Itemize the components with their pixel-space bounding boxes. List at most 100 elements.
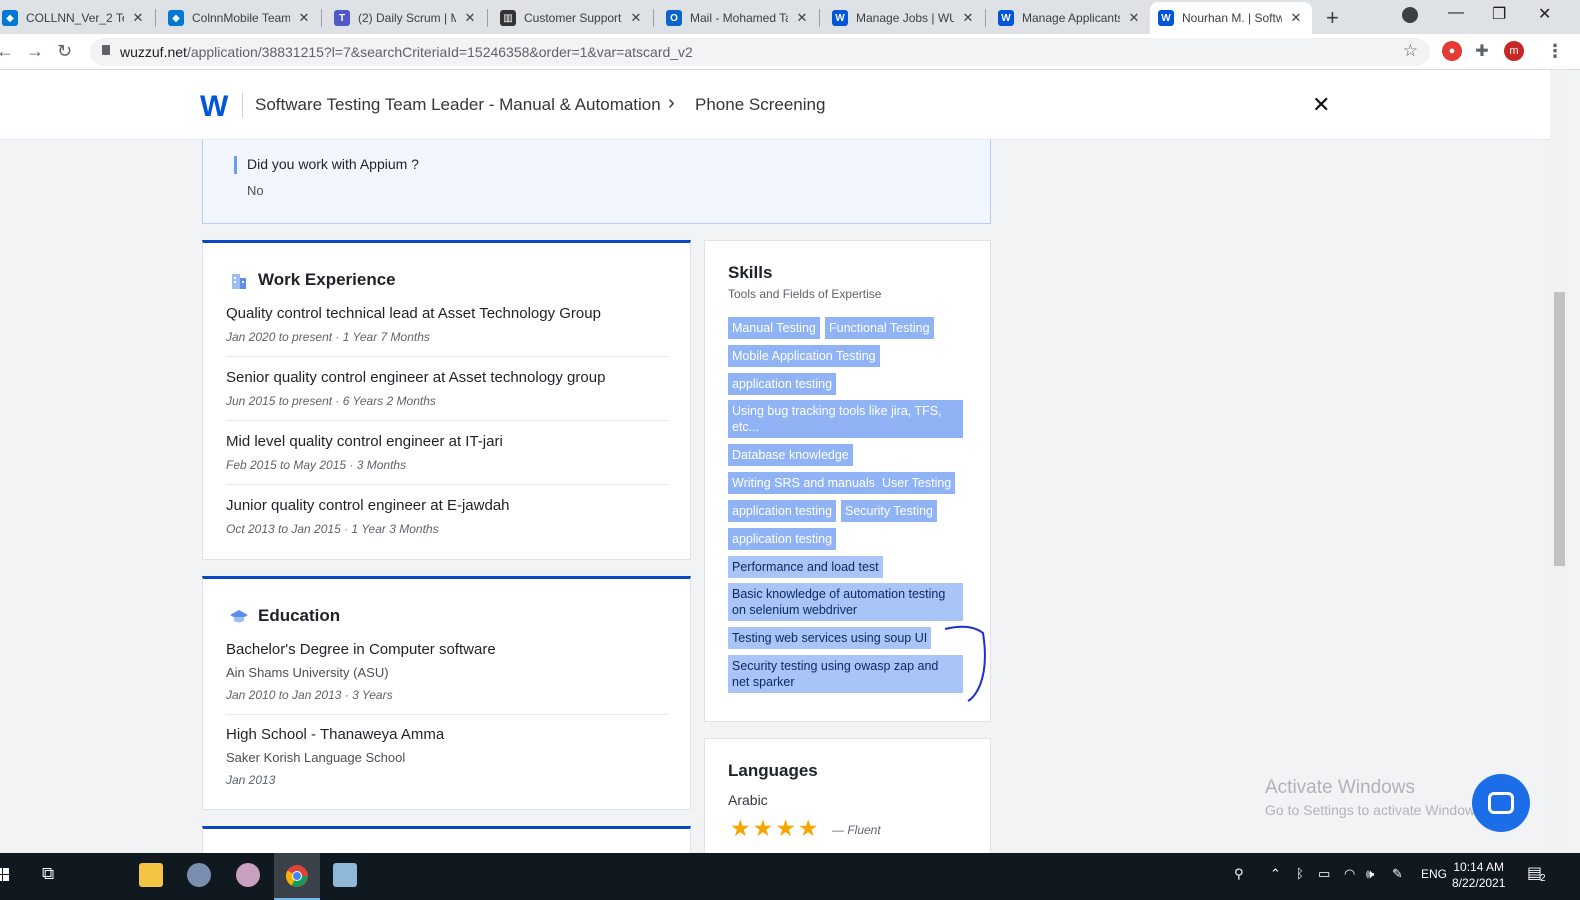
close-tab-icon[interactable]: ✕ [1288,10,1304,26]
menu-kebab-icon[interactable]: ⋮ [1546,41,1564,62]
notepad-icon[interactable] [333,863,357,887]
volume-icon[interactable]: 🕪 [1366,866,1374,882]
close-icon[interactable]: ✕ [1312,92,1330,118]
browser-tab[interactable]: W Manage Applicants ✕ [990,2,1150,34]
forward-icon[interactable]: → [26,41,44,62]
skill-chip: Functional Testing [825,317,934,339]
job-role: Junior quality control engineer at E-jaw… [226,497,510,514]
languages-card: Languages Arabic ★★★★ — Fluent [704,738,991,853]
scrollbar-thumb[interactable] [1554,292,1565,566]
people-icon[interactable]: ⚲ [1234,866,1244,882]
school: Ain Shams University (ASU) [226,665,389,680]
close-tab-icon[interactable]: ✕ [130,10,146,26]
extensions-puzzle-icon[interactable]: ✚ [1472,41,1492,61]
chat-bubble-icon [1488,792,1514,814]
close-tab-icon[interactable]: ✕ [296,10,312,26]
back-icon[interactable]: ← [0,41,14,62]
degree: High School - Thanaweya Amma [226,726,445,743]
pen-annotation-bracket [944,625,986,702]
browser-tab[interactable]: O Mail - Mohamed Ta ✕ [658,2,818,34]
tray-chevron-up-icon[interactable]: ⌃ [1270,866,1281,882]
task-view-icon[interactable]: ⧉ [42,864,54,884]
languages-title: Languages [728,761,818,780]
paint-icon[interactable] [187,863,211,887]
education-dates: Jan 2010 to Jan 2013 · 3 Years [226,688,393,702]
browser-tab-strip: ◆ COLLNN_Ver_2 Tea ✕ ◆ ColnnMobile Team … [0,0,1580,34]
outlook-icon: O [666,10,682,26]
close-tab-icon[interactable]: ✕ [462,10,478,26]
page-scrollbar[interactable] [1550,70,1568,853]
close-tab-icon[interactable]: ✕ [960,10,976,26]
chrome-icon [286,865,308,887]
work-experience-title: Work Experience [258,270,396,289]
bluetooth-icon[interactable]: ᛒ [1296,866,1304,881]
job-role: Senior quality control engineer at Asset… [226,369,606,386]
wifi-icon[interactable]: ◠ [1344,866,1355,882]
page-header: W Software Testing Team Leader - Manual … [0,70,1550,140]
new-tab-button[interactable]: + [1326,5,1339,31]
degree: Bachelor's Degree in Computer software [226,641,496,658]
browser-tab[interactable]: ◆ ColnnMobile Team ✕ [160,2,320,34]
education-dates: Jan 2013 [226,773,276,787]
wuzzuf-icon: W [998,10,1014,26]
teams-icon: T [334,10,350,26]
next-section-card [202,826,691,853]
skill-chip: Security Testing [841,500,938,522]
chat-support-button[interactable] [1472,774,1530,832]
question-answer: No [247,183,264,198]
job-dates: Feb 2015 to May 2015 · 3 Months [226,458,407,472]
tab-search-icon[interactable] [1402,7,1418,23]
browser-tab[interactable]: ▥ Customer Support ✕ [492,2,652,34]
skill-chip: application testing [728,528,837,550]
paint3d-icon[interactable] [236,863,260,887]
extension-icon[interactable]: ● [1442,41,1462,61]
restore-button[interactable]: ❐ [1492,4,1506,24]
star-rating-icon: ★★★★ [730,815,821,841]
skill-chip: application testing [728,373,837,395]
trello-icon: ▥ [500,10,516,26]
skill-chip: Testing web services using soup UI [728,627,932,649]
browser-tab[interactable]: W Manage Jobs | WU ✕ [824,2,984,34]
pen-icon[interactable]: ✎ [1392,866,1403,882]
school: Saker Korish Language School [226,750,406,765]
browser-tab[interactable]: T (2) Daily Scrum | M ✕ [326,2,486,34]
skill-chip: Using bug tracking tools like jira, TFS,… [728,400,963,438]
breadcrumb-stage: Phone Screening [695,95,826,114]
wuzzuf-icon: W [832,10,848,26]
input-language[interactable]: ENG [1421,867,1447,881]
address-bar-row: ← → ↻ wuzzuf.net/application/38831215?l=… [0,34,1580,70]
job-dates: Jan 2020 to present · 1 Year 7 Months [226,330,430,344]
graduation-cap-icon [230,610,248,623]
activate-windows-watermark: Activate Windows Go to Settings to activ… [1265,777,1486,818]
windows-taskbar: ⧉ ⚲ ⌃ ᛒ ▭ ◠ 🕪 ✎ ENG 10:14 AM 8/22/2021 ▤… [0,853,1580,900]
work-experience-card: Work Experience Quality control technica… [202,240,691,560]
wuzzuf-icon: W [1158,10,1174,26]
close-tab-icon[interactable]: ✕ [1126,10,1142,26]
skills-card: Skills Tools and Fields of Expertise Man… [704,240,991,722]
wuzzuf-logo[interactable]: W [200,90,228,124]
bookmark-star-icon[interactable]: ☆ [1403,41,1418,61]
windows-start-icon[interactable] [0,868,10,882]
breadcrumb-job-title[interactable]: Software Testing Team Leader - Manual & … [255,95,661,115]
skill-chip: Manual Testing [728,317,820,339]
minimize-button[interactable]: — [1448,4,1464,22]
browser-tab[interactable]: ◆ COLLNN_Ver_2 Tea ✕ [0,2,154,34]
close-window-button[interactable]: ✕ [1538,4,1551,24]
reload-icon[interactable]: ↻ [57,41,72,62]
question-text: Did you work with Appium ? [247,156,419,172]
file-explorer-icon[interactable] [139,863,163,887]
url-input[interactable]: wuzzuf.net/application/38831215?l=7&sear… [90,38,1430,66]
system-clock[interactable]: 10:14 AM 8/22/2021 [1452,859,1505,891]
battery-icon[interactable]: ▭ [1318,866,1330,882]
close-tab-icon[interactable]: ✕ [628,10,644,26]
skill-chip: Security testing using owasp zap and net… [728,655,963,693]
skill-chip: Basic knowledge of automation testing on… [728,583,963,621]
skill-chip: Mobile Application Testing [728,345,880,367]
close-tab-icon[interactable]: ✕ [794,10,810,26]
browser-tab-active[interactable]: W Nourhan M. | Softw ✕ [1150,2,1312,34]
education-card: Education Bachelor's Degree in Computer … [202,576,691,810]
language-name: Arabic [728,792,768,808]
notification-count: 2 [1540,873,1546,884]
profile-avatar[interactable]: m [1504,41,1524,61]
job-dates: Jun 2015 to present · 6 Years 2 Months [226,394,436,408]
